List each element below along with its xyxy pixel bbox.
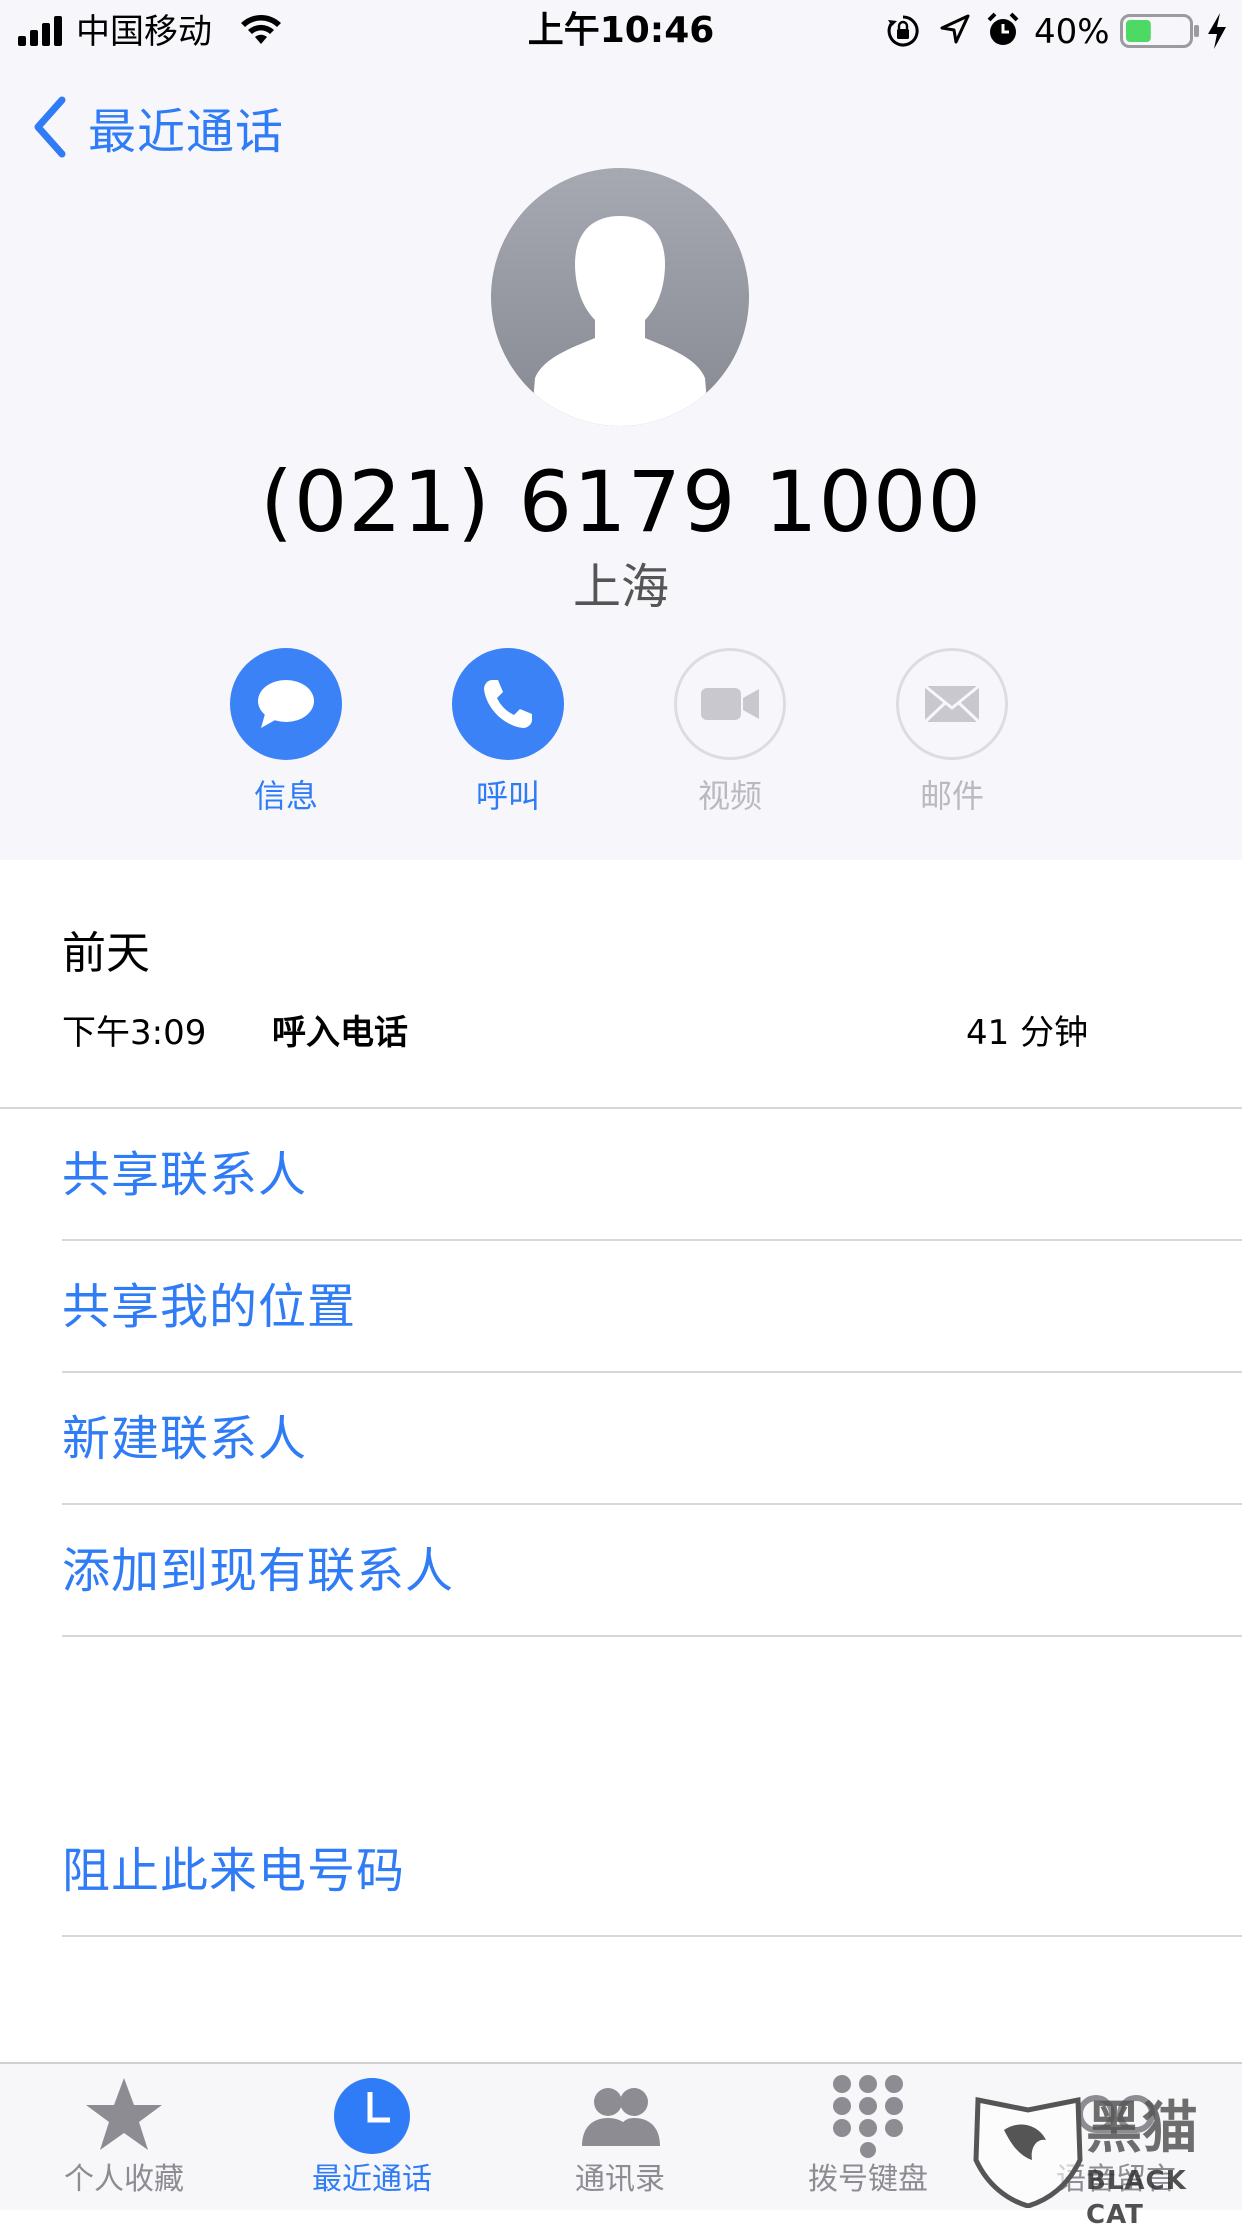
share-my-location-button[interactable]: 共享我的位置 bbox=[62, 1241, 1242, 1373]
tab-favorites[interactable]: 个人收藏 bbox=[24, 2074, 224, 2204]
chevron-left-icon bbox=[34, 96, 66, 158]
tab-keypad-label: 拨号键盘 bbox=[808, 2162, 928, 2197]
message-button[interactable]: 信息 bbox=[211, 648, 361, 818]
call-log-time: 下午3:09 bbox=[62, 1013, 207, 1053]
location-icon bbox=[940, 14, 970, 44]
share-my-location-label: 共享我的位置 bbox=[62, 1279, 357, 1335]
tab-favorites-label: 个人收藏 bbox=[64, 2162, 184, 2197]
phone-icon bbox=[484, 680, 532, 728]
tab-recents-label: 最近通话 bbox=[312, 2162, 432, 2197]
mail-button-label: 邮件 bbox=[919, 777, 984, 815]
video-icon bbox=[701, 688, 759, 720]
charging-icon bbox=[1208, 13, 1226, 49]
contact-avatar bbox=[491, 168, 749, 426]
tab-keypad[interactable]: 拨号键盘 bbox=[768, 2074, 968, 2204]
clock-icon bbox=[334, 2078, 410, 2154]
back-button-label: 最近通话 bbox=[88, 104, 285, 160]
divider bbox=[62, 1635, 1242, 1637]
tab-contacts[interactable]: 通讯录 bbox=[520, 2074, 720, 2204]
keypad-icon bbox=[833, 2075, 903, 2158]
share-contact-button[interactable]: 共享联系人 bbox=[62, 1109, 1242, 1241]
add-to-existing-contact-button[interactable]: 添加到现有联系人 bbox=[62, 1505, 1242, 1637]
contacts-icon bbox=[582, 2088, 660, 2146]
mail-button[interactable]: 邮件 bbox=[877, 648, 1027, 818]
number-location: 上海 bbox=[572, 559, 669, 615]
share-contact-label: 共享联系人 bbox=[62, 1147, 308, 1203]
status-bar: 中国移动 上午10:46 40% bbox=[0, 0, 1242, 62]
back-button[interactable]: 最近通话 bbox=[30, 92, 284, 162]
add-to-existing-contact-label: 添加到现有联系人 bbox=[62, 1543, 455, 1599]
call-log-duration: 41 分钟 bbox=[966, 1013, 1089, 1053]
call-log-date: 前天 bbox=[62, 928, 150, 979]
new-contact-button[interactable]: 新建联系人 bbox=[62, 1373, 1242, 1505]
battery-icon bbox=[1120, 14, 1199, 48]
call-log-type: 呼入电话 bbox=[272, 1013, 408, 1053]
phone-number: (021) 6179 1000 bbox=[260, 453, 982, 551]
block-caller-label: 阻止此来电号码 bbox=[62, 1843, 406, 1899]
call-button-label: 呼叫 bbox=[475, 777, 540, 815]
rotation-lock-icon bbox=[887, 15, 919, 47]
message-button-label: 信息 bbox=[253, 777, 318, 815]
video-button[interactable]: 视频 bbox=[655, 648, 805, 818]
block-caller-button[interactable]: 阻止此来电号码 bbox=[62, 1805, 1242, 1937]
battery-percent: 40% bbox=[1034, 12, 1110, 52]
new-contact-label: 新建联系人 bbox=[62, 1411, 308, 1467]
message-icon bbox=[258, 680, 314, 728]
star-icon bbox=[86, 2078, 162, 2150]
video-button-label: 视频 bbox=[697, 777, 762, 815]
call-button[interactable]: 呼叫 bbox=[433, 648, 583, 818]
tab-recents[interactable]: 最近通话 bbox=[272, 2074, 472, 2204]
divider bbox=[62, 1935, 1242, 1937]
mail-icon bbox=[923, 684, 981, 724]
watermark-text: 黑猫 bbox=[1086, 2096, 1198, 2161]
alarm-icon bbox=[987, 12, 1019, 45]
tab-contacts-label: 通讯录 bbox=[575, 2162, 665, 2197]
watermark-subtext: BLACK CAT bbox=[1086, 2166, 1187, 2230]
